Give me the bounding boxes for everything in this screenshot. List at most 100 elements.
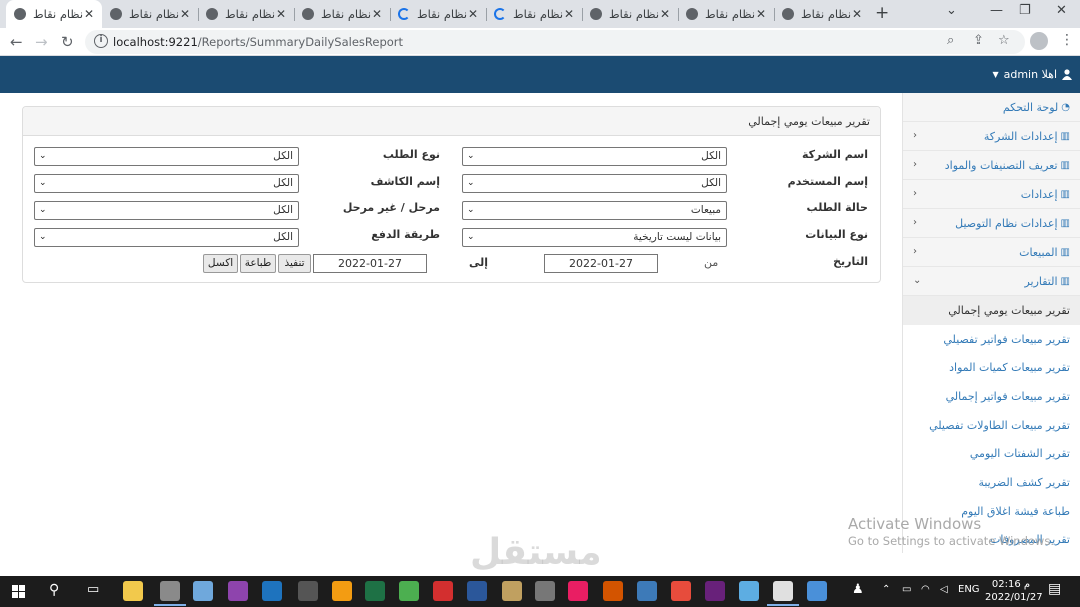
close-tab-icon[interactable]: ✕ xyxy=(756,7,766,21)
film-app-icon[interactable] xyxy=(298,581,318,601)
print-button[interactable]: طباعة xyxy=(240,254,276,273)
app-icon[interactable] xyxy=(637,581,657,601)
app-icon[interactable] xyxy=(739,581,759,601)
task-view-icon[interactable]: ▭ xyxy=(87,582,99,597)
visual-studio-icon[interactable] xyxy=(228,581,248,601)
user-select[interactable]: ⌄ الكل xyxy=(462,174,727,193)
sidebar-subitem[interactable]: تقرير الشفتات اليومي xyxy=(903,439,1080,468)
browser-tab[interactable]: نظام نقاط ✕ xyxy=(102,0,198,28)
sublime-icon[interactable] xyxy=(332,581,352,601)
chrome-icon[interactable] xyxy=(399,581,419,601)
people-icon[interactable]: ♟ xyxy=(852,582,864,597)
file-explorer-icon[interactable] xyxy=(123,581,143,601)
notifications-icon[interactable]: ▤ xyxy=(1048,581,1061,597)
word-icon[interactable] xyxy=(467,581,487,601)
windows-start-icon[interactable] xyxy=(12,585,25,598)
date-to-input[interactable]: 2022-01-27 xyxy=(313,254,427,273)
sidebar-item[interactable]: ⌄ التقارير ▥ xyxy=(903,267,1080,296)
globe-icon xyxy=(14,8,26,20)
app-icon[interactable] xyxy=(807,581,827,601)
sidebar-subitem[interactable]: تقرير مبيعات يومي إجمالي xyxy=(903,296,1080,325)
data-type-select[interactable]: ⌄ بيانات ليست تاريخية xyxy=(462,228,727,247)
pdf-icon[interactable] xyxy=(433,581,453,601)
address-bar[interactable]: i localhost:9221/Reports/SummaryDailySal… xyxy=(85,30,1025,54)
sidebar-subitem[interactable]: تقرير مبيعات فواتير تفصيلي xyxy=(903,325,1080,354)
back-icon[interactable]: ← xyxy=(10,33,23,51)
tab-search-icon[interactable]: ⌄ xyxy=(946,3,957,18)
tab-separator xyxy=(294,8,295,21)
close-tab-icon[interactable]: ✕ xyxy=(468,7,478,21)
close-tab-icon[interactable]: ✕ xyxy=(276,7,286,21)
sidebar-subitem[interactable]: تقرير مبيعات الطاولات تفصيلي xyxy=(903,411,1080,440)
close-tab-icon[interactable]: ✕ xyxy=(660,7,670,21)
share-icon[interactable]: ⇪ xyxy=(973,33,984,48)
paint-icon[interactable] xyxy=(568,581,588,601)
minimize-icon[interactable]: — xyxy=(990,3,1003,18)
sidebar-item[interactable]: › إعدادات نظام التوصيل ▥ xyxy=(903,209,1080,238)
close-tab-icon[interactable]: ✕ xyxy=(564,7,574,21)
url-text[interactable]: localhost:9221/Reports/SummaryDailySales… xyxy=(113,35,403,49)
maximize-icon[interactable]: ❐ xyxy=(1019,3,1031,18)
zoom-icon[interactable]: ⌕ xyxy=(947,33,954,48)
volume-icon[interactable]: ◁ xyxy=(940,584,948,595)
language-indicator[interactable]: ENG xyxy=(958,584,980,595)
company-select[interactable]: ⌄ الكل xyxy=(462,147,727,166)
browser-tab[interactable]: نظام نقاط ✕ xyxy=(6,0,102,28)
browser-menu-icon[interactable]: ⋮ xyxy=(1060,32,1074,48)
app-icon[interactable] xyxy=(502,581,522,601)
profile-avatar[interactable] xyxy=(1030,32,1048,50)
order-type-select[interactable]: ⌄ الكل xyxy=(34,147,299,166)
outlook-icon[interactable] xyxy=(262,581,282,601)
sidebar-item[interactable]: › المبيعات ▥ xyxy=(903,238,1080,267)
visual-studio-icon[interactable] xyxy=(705,581,725,601)
browser-tab[interactable]: نظام نقاط ✕ xyxy=(774,0,870,28)
close-tab-icon[interactable]: ✕ xyxy=(852,7,862,21)
close-tab-icon[interactable]: ✕ xyxy=(180,7,190,21)
globe-icon xyxy=(782,8,794,20)
chrome-icon[interactable] xyxy=(767,581,799,606)
close-tab-icon[interactable]: ✕ xyxy=(372,7,382,21)
browser-tab[interactable]: نظام نقاط ✕ xyxy=(582,0,678,28)
sidebar-subitem[interactable]: تقرير مبيعات كميات المواد xyxy=(903,353,1080,382)
forward-icon[interactable]: → xyxy=(35,33,48,51)
user-menu[interactable]: ▼ admin اهلا xyxy=(992,68,1072,81)
reload-icon[interactable]: ↻ xyxy=(61,33,74,51)
new-tab-button[interactable]: + xyxy=(875,3,889,23)
dashboard-icon: ◔ xyxy=(1061,101,1070,113)
sidebar-item[interactable]: › تعريف التصنيفات والمواد ▥ xyxy=(903,151,1080,180)
browser-tab[interactable]: نظام نقاط ✕ xyxy=(294,0,390,28)
cashier-select[interactable]: ⌄ الكل xyxy=(34,174,299,193)
date-from-input[interactable]: 2022-01-27 xyxy=(544,254,658,273)
staged-select[interactable]: ⌄ الكل xyxy=(34,201,299,220)
excel-icon[interactable] xyxy=(365,581,385,601)
tools-app-icon[interactable] xyxy=(154,581,186,606)
app-icon[interactable] xyxy=(193,581,213,601)
close-window-icon[interactable]: ✕ xyxy=(1056,3,1067,18)
excel-button[interactable]: اكسل xyxy=(203,254,238,273)
wifi-icon[interactable]: ◠ xyxy=(921,584,930,595)
execute-button[interactable]: تنفيذ xyxy=(278,254,311,273)
sidebar-item-label: المبيعات xyxy=(1019,245,1058,259)
system-clock[interactable]: 02:16 م 2022/01/27 xyxy=(985,578,1043,604)
close-tab-icon[interactable]: ✕ xyxy=(84,7,94,21)
sidebar-item[interactable]: لوحة التحكم ◔ xyxy=(903,93,1080,122)
browser-tab[interactable]: نظام نقاط ✕ xyxy=(678,0,774,28)
sidebar-item[interactable]: › إعدادات ▥ xyxy=(903,180,1080,209)
bookmark-star-icon[interactable]: ☆ xyxy=(998,33,1010,48)
app-icon[interactable] xyxy=(603,581,623,601)
tools-app-icon[interactable] xyxy=(535,581,555,601)
site-info-icon[interactable]: i xyxy=(94,34,108,48)
app-icon[interactable] xyxy=(671,581,691,601)
tab-title: نظام نقاط xyxy=(129,7,180,21)
browser-tab[interactable]: نظام نقاط ✕ xyxy=(390,0,486,28)
tray-overflow-icon[interactable]: ⌃ xyxy=(882,584,890,595)
search-icon[interactable]: ⚲ xyxy=(49,582,59,598)
browser-tab[interactable]: نظام نقاط ✕ xyxy=(486,0,582,28)
browser-tab[interactable]: نظام نقاط ✕ xyxy=(198,0,294,28)
payment-select[interactable]: ⌄ الكل xyxy=(34,228,299,247)
sidebar-subitem[interactable]: تقرير مبيعات فواتير إجمالي xyxy=(903,382,1080,411)
sidebar-item[interactable]: › إعدادات الشركة ▥ xyxy=(903,122,1080,151)
sidebar-subitem[interactable]: تقرير كشف الضريبة xyxy=(903,468,1080,497)
order-status-select[interactable]: ⌄ مبيعات xyxy=(462,201,727,220)
battery-icon[interactable]: ▭ xyxy=(902,584,911,595)
